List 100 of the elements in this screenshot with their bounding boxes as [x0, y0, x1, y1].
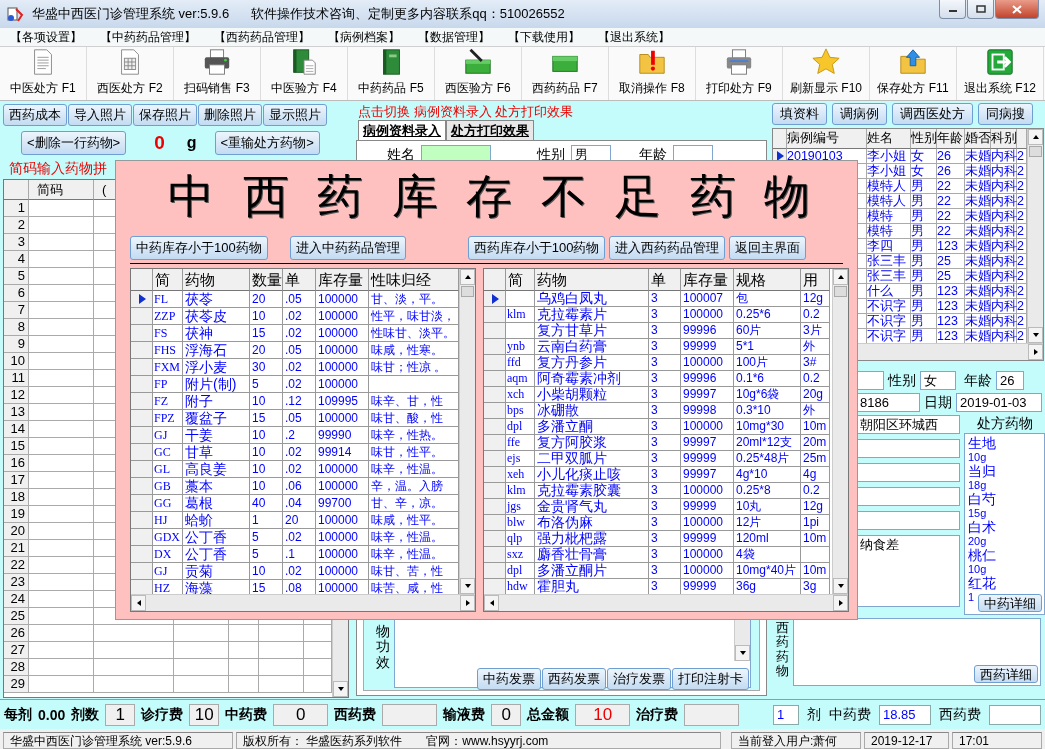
column-header[interactable]: 简	[153, 269, 183, 291]
scrollbar-thumb[interactable]	[461, 286, 474, 297]
toolbar-button[interactable]: 中医验方 F4	[261, 47, 348, 100]
grid-cell[interactable]	[29, 608, 94, 625]
menu-item[interactable]: 【中药药品管理】	[100, 28, 214, 46]
case-button[interactable]: 同病搜	[978, 103, 1033, 125]
fee-field[interactable]: 18.85	[879, 704, 931, 725]
herbal-detail-button[interactable]: 中药详细	[978, 594, 1042, 612]
total-field[interactable]	[382, 703, 438, 726]
menu-item[interactable]: 【各项设置】	[10, 28, 100, 46]
photo-button[interactable]: 显示照片	[263, 104, 327, 126]
scrollbar-thumb[interactable]	[834, 286, 847, 297]
grid-cell[interactable]	[229, 625, 259, 642]
column-header[interactable]: 库存量	[681, 269, 734, 291]
photo-button[interactable]: 删除照片	[198, 104, 262, 126]
scroll-up-button[interactable]	[460, 269, 475, 285]
dialog-button[interactable]: 西药库存小于100药物	[467, 236, 606, 260]
photo-button[interactable]: 保存照片	[133, 104, 197, 126]
scroll-left-button[interactable]	[484, 595, 499, 611]
text-field[interactable]	[856, 463, 960, 482]
minimize-button[interactable]	[939, 0, 966, 19]
grid-cell[interactable]	[29, 404, 94, 421]
dose-count-field[interactable]: 1	[773, 704, 799, 725]
dialog-button[interactable]: 返回主界面	[729, 236, 807, 260]
column-header[interactable]: 性别	[911, 129, 937, 149]
toolbar-button[interactable]: 刷新显示 F10	[783, 47, 870, 100]
grid-cell[interactable]	[229, 659, 259, 676]
complaint-field[interactable]: 纳食差	[856, 535, 960, 607]
toolbar-button[interactable]: 取消操作 F8	[609, 47, 696, 100]
reset-prescription-button[interactable]: <重输处方药物>	[214, 131, 320, 155]
photo-button[interactable]: 导入照片	[68, 104, 132, 126]
scroll-down-button[interactable]	[333, 681, 348, 697]
toolbar-button[interactable]: 中药药品 F5	[348, 47, 435, 100]
date-field[interactable]: 2019-01-03	[956, 393, 1042, 412]
grid-cell[interactable]	[29, 574, 94, 591]
total-amount-field[interactable]: 10	[575, 703, 631, 726]
menu-item[interactable]: 【退出系统】	[598, 28, 688, 46]
scroll-up-button[interactable]	[1028, 129, 1043, 145]
grid-cell[interactable]	[29, 557, 94, 574]
grid-cell[interactable]	[29, 200, 94, 217]
column-header[interactable]: 婚否	[965, 129, 991, 149]
scroll-up-button[interactable]	[833, 269, 848, 285]
grid-cell[interactable]	[29, 302, 94, 319]
vertical-scrollbar[interactable]	[459, 269, 475, 594]
invoice-button[interactable]: 治疗发票	[607, 668, 671, 690]
scrollbar-thumb[interactable]	[1029, 146, 1042, 157]
grid-cell[interactable]	[259, 676, 304, 693]
scroll-right-button[interactable]	[1028, 344, 1043, 360]
invoice-button[interactable]: 西药发票	[542, 668, 606, 690]
close-button[interactable]	[995, 0, 1039, 19]
grid-cell[interactable]	[229, 676, 259, 693]
text-field[interactable]	[856, 487, 960, 506]
menu-item[interactable]: 【病例档案】	[328, 28, 418, 46]
scroll-left-button[interactable]	[131, 595, 146, 611]
case-button[interactable]: 调西医处方	[892, 103, 973, 125]
maximize-button[interactable]	[967, 0, 994, 19]
horizontal-scrollbar[interactable]	[484, 594, 848, 611]
tab[interactable]: 处方打印效果	[446, 120, 534, 140]
vertical-scrollbar[interactable]	[1027, 129, 1043, 343]
grid-cell[interactable]	[229, 642, 259, 659]
toolbar-button[interactable]: 西医处方 F2	[87, 47, 174, 100]
toolbar-button[interactable]: 退出系统 F12	[957, 47, 1044, 100]
total-field[interactable]	[684, 703, 740, 726]
grid-cell[interactable]	[29, 353, 94, 370]
toolbar-button[interactable]: 西医验方 F6	[435, 47, 522, 100]
column-header[interactable]: 单	[283, 269, 316, 291]
grid-cell[interactable]	[29, 472, 94, 489]
grid-cell[interactable]	[94, 642, 174, 659]
grid-cell[interactable]	[29, 540, 94, 557]
grid-cell[interactable]	[29, 625, 94, 642]
photo-button[interactable]: 西药成本	[3, 104, 67, 126]
grid-cell[interactable]	[29, 387, 94, 404]
grid-cell[interactable]	[29, 217, 94, 234]
sex-field[interactable]: 女	[920, 371, 956, 390]
invoice-button[interactable]: 打印注射卡	[672, 668, 749, 690]
grid-cell[interactable]	[94, 659, 174, 676]
column-header[interactable]: 年龄	[937, 129, 965, 149]
grid-cell[interactable]	[259, 642, 304, 659]
grid-cell[interactable]	[29, 421, 94, 438]
column-header[interactable]: 性味归经	[369, 269, 459, 291]
grid-cell[interactable]	[29, 234, 94, 251]
fee-field[interactable]	[989, 704, 1041, 725]
column-header[interactable]: 数量	[250, 269, 283, 291]
grid-cell[interactable]	[29, 268, 94, 285]
case-button[interactable]: 填资料	[772, 103, 827, 125]
column-header[interactable]: 病例编号	[787, 129, 867, 149]
column-header[interactable]: 库存量	[316, 269, 369, 291]
grid-cell[interactable]	[29, 319, 94, 336]
scroll-right-button[interactable]	[460, 595, 475, 611]
toolbar-button[interactable]: 西药药品 F7	[522, 47, 609, 100]
toolbar-button[interactable]: 中医处方 F1	[0, 47, 87, 100]
western-drug-field[interactable]: 西药详细	[793, 618, 1041, 686]
column-header[interactable]: 姓名	[867, 129, 911, 149]
grid-cell[interactable]	[94, 625, 174, 642]
scroll-down-button[interactable]	[460, 578, 475, 594]
column-header[interactable]: 科别	[991, 129, 1017, 149]
text-field[interactable]	[856, 511, 960, 530]
phone-field[interactable]: 8186	[856, 393, 920, 412]
grid-cell[interactable]	[29, 370, 94, 387]
grid-cell[interactable]	[174, 659, 229, 676]
